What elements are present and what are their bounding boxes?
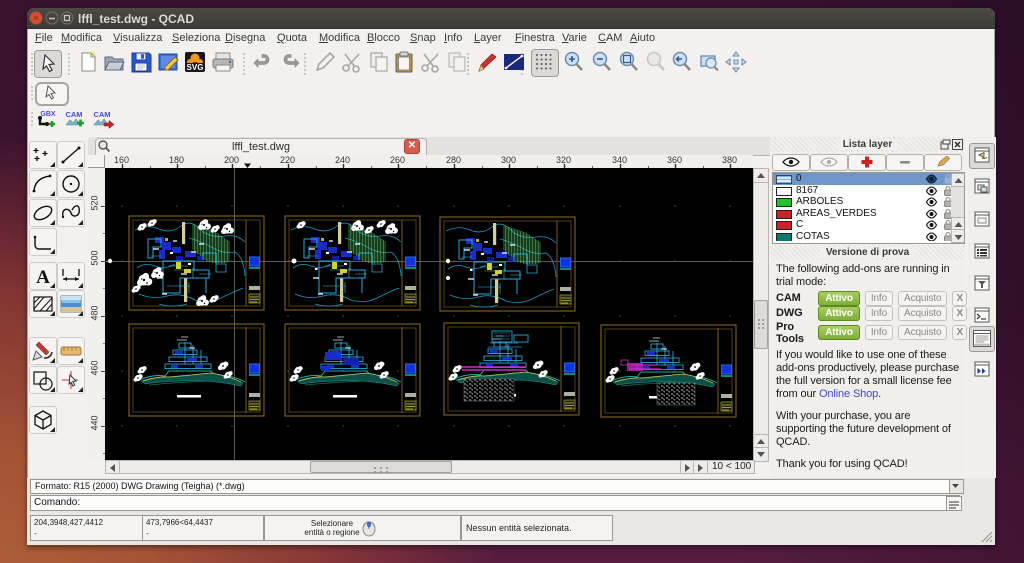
svg-text:CAM: CAM: [93, 110, 110, 119]
svg-text:SVG: SVG: [187, 63, 204, 72]
svg-text:CAM: CAM: [65, 110, 82, 119]
svg-text:A: A: [36, 267, 50, 288]
svg-text:GBX: GBX: [40, 111, 56, 118]
